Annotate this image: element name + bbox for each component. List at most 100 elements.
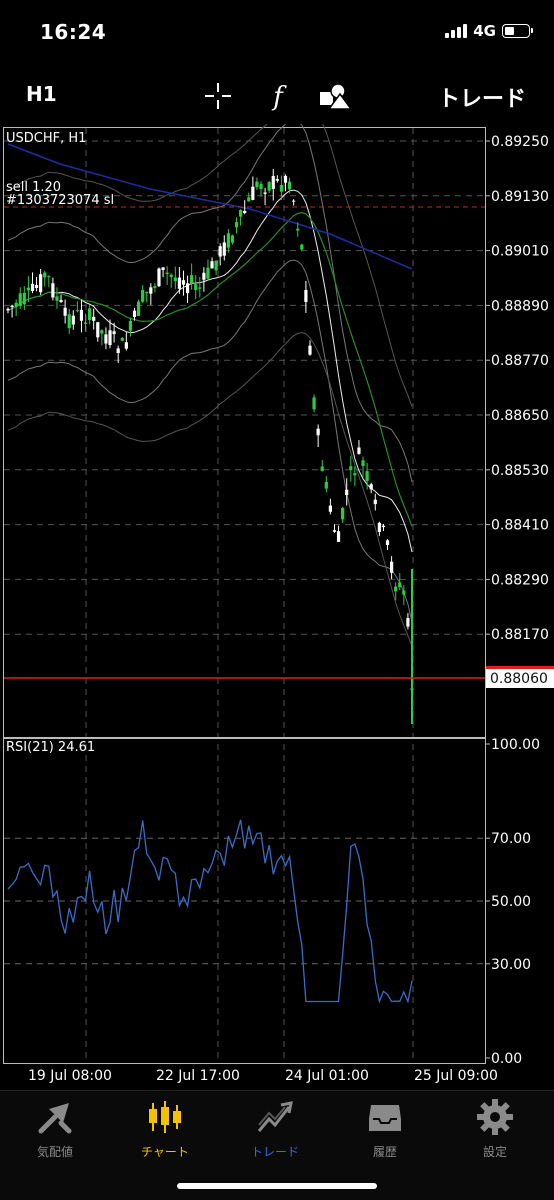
candle-body <box>173 277 177 282</box>
candle-body <box>267 182 271 191</box>
candle-body <box>243 210 247 214</box>
candle-body <box>398 582 402 588</box>
current-price-marker <box>486 666 554 669</box>
current-price-label: 0.88060 <box>490 671 548 687</box>
candle-body <box>96 322 100 338</box>
price-tick-label: 0.88410 <box>491 518 549 534</box>
objects-icon[interactable] <box>318 80 352 112</box>
candle-body <box>210 261 214 269</box>
home-indicator <box>177 1183 377 1189</box>
candle-body <box>251 186 255 200</box>
order-id-label: #1303723074 sl <box>6 193 114 208</box>
candle-body <box>402 590 406 595</box>
candle-body <box>128 320 133 331</box>
candle-body <box>377 522 381 532</box>
candle-body <box>316 428 320 436</box>
tab-history-label: 履歴 <box>372 1145 397 1159</box>
candle-body <box>145 291 149 294</box>
candle-body <box>218 246 222 257</box>
candle-body <box>149 287 153 294</box>
candle-body <box>394 586 398 592</box>
candle-body <box>312 397 316 410</box>
candle-body <box>51 283 55 298</box>
candle-body <box>308 345 312 355</box>
chart-toolbar: H1 f トレード <box>0 72 554 118</box>
candle-body <box>141 289 145 302</box>
battery-icon <box>502 24 533 38</box>
candle-body <box>226 233 230 248</box>
price-tick-label: 0.89010 <box>491 244 549 260</box>
candle-body <box>124 342 128 349</box>
symbol-label: USDCHF, H1 <box>6 131 86 146</box>
price-tick-label: 0.89130 <box>491 189 549 205</box>
history-icon <box>369 1105 401 1131</box>
candle-body <box>26 287 31 291</box>
tab-chart[interactable]: チャート <box>115 1097 215 1160</box>
chart-icon <box>149 1101 181 1133</box>
tab-trade-label: トレード <box>250 1145 299 1159</box>
candle-body <box>296 228 300 231</box>
network-label: 4G <box>473 22 496 40</box>
tab-history[interactable]: 履歴 <box>335 1097 435 1160</box>
settings-icon <box>477 1099 513 1135</box>
candle-body <box>283 175 288 183</box>
ma-mid-line <box>7 211 413 527</box>
candle-body <box>320 466 324 471</box>
candle-body <box>357 447 361 454</box>
candle-body <box>328 505 332 512</box>
status-bar: 16:24 4G <box>0 0 554 70</box>
candle-body <box>214 260 218 271</box>
candle-body <box>157 268 161 287</box>
candle-body <box>239 209 243 217</box>
candle-body <box>75 310 79 312</box>
price-tick-label: 0.88530 <box>491 463 549 479</box>
candle-body <box>263 192 267 194</box>
status-time: 16:24 <box>40 20 107 44</box>
tab-quotes[interactable]: 気配値 <box>5 1097 105 1160</box>
candle-body <box>43 272 47 278</box>
candle-body <box>324 481 328 489</box>
candle-body <box>116 348 120 354</box>
trade-icon <box>257 1101 293 1132</box>
indicator-function-icon[interactable]: f <box>262 80 294 112</box>
candle-body <box>275 179 279 181</box>
candle-body <box>389 561 394 573</box>
candle-body <box>406 618 410 627</box>
candle-body <box>234 222 239 228</box>
candle-body <box>279 185 284 192</box>
signal-icon <box>445 24 468 38</box>
candle-body <box>132 310 137 318</box>
candle-body <box>361 460 365 466</box>
rsi-line <box>7 819 413 1004</box>
x-label-0: 19 Jul 08:00 <box>28 1068 112 1084</box>
candle-body <box>153 286 157 288</box>
candle-body <box>247 197 251 202</box>
candle-body <box>292 200 296 202</box>
price-chart[interactable]: USDCHF, H1 sell 1.20 #1303723074 sl RSI(… <box>0 124 554 1074</box>
rsi-tick-label: 50.00 <box>491 894 531 910</box>
candle-body <box>6 308 10 311</box>
candle-body <box>108 330 112 345</box>
timeframe-button[interactable]: H1 <box>26 82 57 106</box>
price-tick-label: 0.88770 <box>491 353 549 369</box>
candle-body <box>47 276 51 278</box>
candle-body <box>67 314 71 329</box>
candle-body <box>373 499 377 505</box>
status-indicators: 4G <box>445 22 533 40</box>
tab-settings[interactable]: 設定 <box>445 1097 545 1160</box>
candle-body <box>79 309 84 321</box>
trade-button[interactable]: トレード <box>438 81 526 113</box>
quotes-icon <box>38 1103 72 1134</box>
tab-quotes-label: 気配値 <box>36 1145 73 1159</box>
tab-trade[interactable]: トレード <box>225 1097 325 1160</box>
rsi-tick-label: 0.00 <box>491 1051 522 1067</box>
candle-body <box>206 267 210 279</box>
crosshair-icon[interactable] <box>202 80 234 112</box>
ma-fast-line <box>7 189 413 553</box>
candle-body <box>104 334 108 344</box>
candle-body <box>202 272 206 280</box>
candle-body <box>161 267 165 270</box>
candle-body <box>59 300 63 303</box>
candle-body <box>341 507 345 520</box>
candle-body <box>381 525 386 528</box>
